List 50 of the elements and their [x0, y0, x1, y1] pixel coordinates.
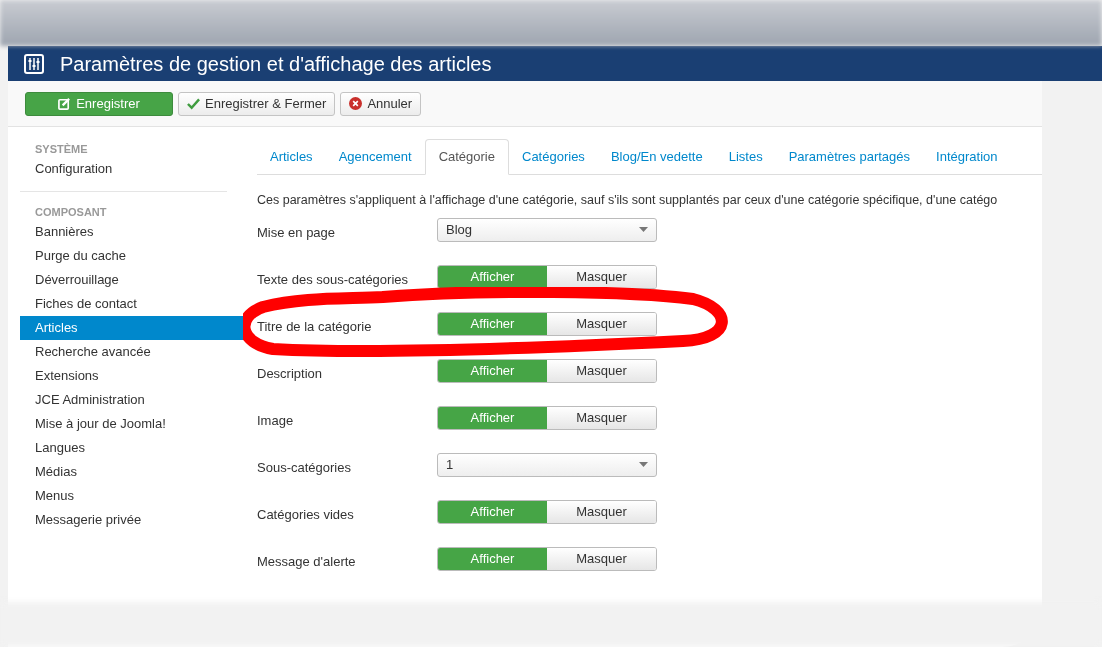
tab[interactable]: Articles: [257, 139, 326, 175]
sliders-icon: [24, 53, 44, 74]
field-label: Titre de la catégorie: [257, 317, 373, 336]
toggle-option[interactable]: Masquer: [547, 312, 656, 335]
edit-icon: [58, 97, 72, 110]
toggle-option[interactable]: Masquer: [547, 406, 656, 429]
tab[interactable]: Catégories: [509, 139, 598, 175]
sidebar-item[interactable]: Mise à jour de Joomla!: [20, 412, 227, 436]
sidebar-item[interactable]: Langues: [20, 436, 227, 460]
sidebar-item[interactable]: Menus: [20, 484, 227, 508]
field-label: Mise en page: [257, 223, 337, 242]
close-icon: [349, 97, 363, 110]
tab[interactable]: Blog/En vedette: [597, 139, 716, 175]
toggle-option[interactable]: Masquer: [547, 359, 656, 382]
caret-icon: [639, 462, 648, 468]
description-text: Ces paramètres s'appliquent à l'affichage d'une catégorie, sauf s'ils sont supplantés par ceux d'une catégorie spécifique, d'une catégo: [257, 192, 999, 209]
sidebar-item[interactable]: Bannières: [20, 220, 227, 244]
sidebar-item[interactable]: Fiches de contact: [20, 292, 227, 316]
check-icon: [187, 97, 200, 110]
field-label: Description: [257, 364, 324, 383]
sidebar-item[interactable]: Recherche avancée: [20, 340, 227, 364]
sidebar-item[interactable]: Articles: [20, 316, 243, 340]
field-label: Texte des sous-catégories: [257, 270, 410, 289]
caret-icon: [639, 227, 648, 233]
sidebar-item[interactable]: Extensions: [20, 364, 227, 388]
sidebar-heading: SYSTÈME: [34, 142, 89, 157]
sidebar-item[interactable]: Médias: [20, 460, 227, 484]
field-label: Message d'alerte: [257, 552, 357, 571]
tab[interactable]: Catégorie: [424, 139, 509, 175]
sidebar-item[interactable]: Configuration: [20, 157, 227, 181]
page-title: Paramètres de gestion et d'affichage des articles: [60, 51, 492, 77]
field-label: Image: [257, 411, 295, 430]
tab[interactable]: Listes: [715, 139, 776, 175]
sidebar-heading: COMPOSANT: [34, 205, 108, 220]
sidebar-item[interactable]: Déverrouillage: [20, 268, 227, 292]
sidebar-item[interactable]: Messagerie privée: [20, 508, 227, 532]
field-label: Sous-catégories: [257, 458, 352, 477]
toggle-option[interactable]: Masquer: [547, 265, 656, 288]
select-field[interactable]: Blog: [437, 217, 657, 242]
save-close-button[interactable]: Enregistrer & Fermer: [178, 91, 336, 116]
tab[interactable]: Paramètres partagés: [775, 139, 924, 175]
field-label: Catégories vides: [257, 505, 355, 524]
cancel-button[interactable]: Annuler: [340, 91, 422, 116]
tab[interactable]: Intégration: [923, 139, 1011, 175]
sidebar-item[interactable]: Purge du cache: [20, 244, 227, 268]
sidebar-item[interactable]: JCE Administration: [20, 388, 227, 412]
toggle-option[interactable]: Masquer: [547, 547, 656, 570]
select-field[interactable]: 1: [437, 452, 657, 477]
toggle-option[interactable]: Masquer: [547, 500, 656, 523]
tab[interactable]: Agencement: [325, 139, 425, 175]
